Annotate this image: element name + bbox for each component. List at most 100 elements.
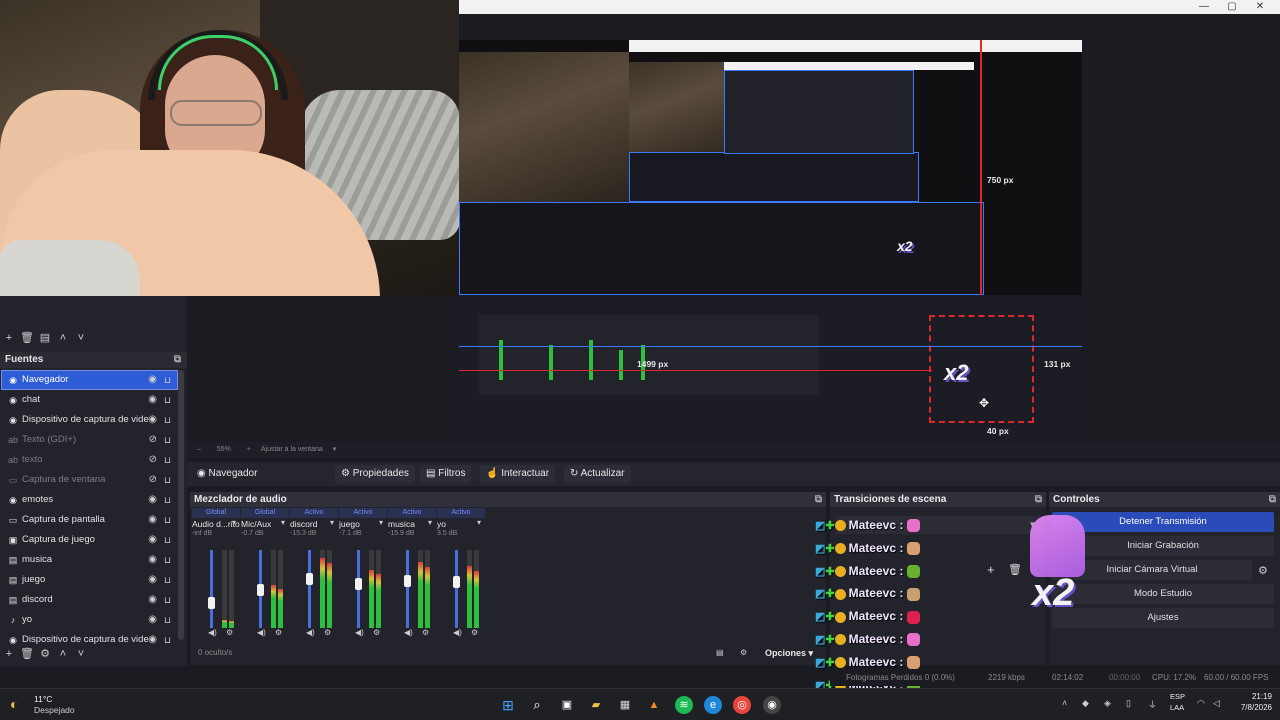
gear-icon[interactable]: ⚙: [324, 628, 331, 637]
add-icon[interactable]: +: [987, 562, 995, 577]
tray-chevron-icon[interactable]: ˄: [1062, 698, 1067, 708]
lock-icon[interactable]: ⊔: [164, 571, 171, 589]
close-button[interactable]: ✕: [1248, 0, 1272, 14]
visibility-eye-icon[interactable]: ⊘: [149, 431, 157, 449]
lock-icon[interactable]: ⊔: [164, 491, 171, 509]
volume-icon[interactable]: ◁: [1213, 698, 1220, 709]
source-item[interactable]: ▤ discord ◉ ⊔: [2, 591, 177, 609]
mute-icon[interactable]: ◀): [453, 628, 462, 637]
popout-icon[interactable]: ⧉: [815, 492, 822, 507]
sources-scrollbar[interactable]: [178, 370, 184, 640]
windows-start-icon[interactable]: ⊞: [499, 696, 517, 714]
source-item[interactable]: ◉ chat ◉ ⊔: [2, 391, 177, 409]
mute-icon[interactable]: ◀): [355, 628, 364, 637]
lock-icon[interactable]: ⊔: [164, 471, 171, 489]
gear-icon[interactable]: ⚙: [226, 628, 233, 637]
lang-1[interactable]: ESP: [1170, 692, 1185, 701]
source-item[interactable]: ▤ juego ◉ ⊔: [2, 571, 177, 589]
popout-icon[interactable]: ⧉: [1269, 492, 1276, 507]
add-icon[interactable]: +: [0, 330, 18, 346]
spotify-icon[interactable]: ≋: [675, 696, 693, 714]
lock-icon[interactable]: ⊔: [164, 431, 171, 449]
chevron-down-icon[interactable]: ▾: [477, 518, 481, 527]
visibility-eye-icon[interactable]: ◉: [148, 571, 157, 589]
maximize-button[interactable]: ▢: [1220, 0, 1244, 14]
chevron-down-icon[interactable]: ▾: [232, 518, 236, 527]
lock-icon[interactable]: ⊔: [164, 611, 171, 629]
visibility-eye-icon[interactable]: ◉: [148, 591, 157, 609]
clock-date[interactable]: 7/8/2026: [1222, 703, 1272, 712]
store-icon[interactable]: ▦: [616, 696, 634, 714]
stop-stream-button[interactable]: Detener Transmisión: [1052, 512, 1274, 532]
slider-knob[interactable]: [355, 577, 362, 590]
mute-icon[interactable]: ◀): [208, 628, 217, 637]
wifi-icon[interactable]: ◠: [1197, 698, 1205, 709]
mute-icon[interactable]: ◀): [257, 628, 266, 637]
zoom-plus[interactable]: +: [247, 446, 251, 453]
usb-icon[interactable]: ⏚: [1148, 698, 1157, 711]
add-icon[interactable]: +: [0, 646, 18, 662]
source-item[interactable]: ab texto ⊘ ⊔: [2, 451, 177, 469]
chevron-down-icon[interactable]: ▾: [333, 446, 337, 453]
layout-icon[interactable]: ▤: [716, 648, 724, 657]
tray-icon[interactable]: ◆: [1082, 698, 1089, 709]
visibility-eye-icon[interactable]: ⊘: [149, 451, 157, 469]
visibility-eye-icon[interactable]: ◉: [148, 491, 157, 509]
source-item[interactable]: ▣ Captura de juego ◉ ⊔: [2, 531, 177, 549]
lock-icon[interactable]: ⊔: [164, 411, 171, 429]
preview-canvas[interactable]: 750 px 1499 px 131 px 40 px x2 x2 ✥: [459, 40, 1082, 440]
obs-icon[interactable]: ◉: [763, 696, 781, 714]
trash-icon[interactable]: 🗑: [18, 646, 36, 662]
mute-icon[interactable]: ◀): [306, 628, 315, 637]
volume-slider[interactable]: [257, 550, 264, 628]
filters-button[interactable]: ▤ Filtros: [420, 465, 472, 483]
task-view-icon[interactable]: ▣: [558, 696, 576, 714]
slider-knob[interactable]: [257, 583, 264, 596]
slider-knob[interactable]: [453, 576, 460, 588]
move-down-icon[interactable]: ˅: [72, 646, 90, 662]
popout-icon[interactable]: ⧉: [1035, 492, 1042, 507]
visibility-eye-icon[interactable]: ◉: [148, 371, 157, 389]
source-item[interactable]: ab Texto (GDI+) ⊘ ⊔: [2, 431, 177, 449]
trash-icon[interactable]: 🗑: [18, 330, 36, 346]
visibility-eye-icon[interactable]: ◉: [148, 551, 157, 569]
search-icon[interactable]: ⌕: [528, 696, 546, 714]
gear-icon[interactable]: ⚙: [422, 628, 429, 637]
visibility-eye-icon[interactable]: ◉: [148, 531, 157, 549]
source-item[interactable]: ▤ musica ◉ ⊔: [2, 551, 177, 569]
chevron-down-icon[interactable]: ▾: [330, 518, 334, 527]
move-up-icon[interactable]: ˄: [54, 646, 72, 662]
tray-icon-2[interactable]: ◈: [1104, 698, 1111, 709]
chevron-down-icon[interactable]: ▾: [281, 518, 285, 527]
volume-slider[interactable]: [453, 550, 460, 628]
settings-button[interactable]: Ajustes: [1052, 608, 1274, 628]
vlc-icon[interactable]: ▲: [645, 696, 663, 714]
lock-icon[interactable]: ⊔: [164, 371, 171, 389]
move-up-icon[interactable]: ˄: [54, 330, 72, 346]
refresh-button[interactable]: ↻ Actualizar: [564, 465, 631, 483]
slider-knob[interactable]: [404, 574, 411, 587]
minimize-button[interactable]: —: [1192, 0, 1216, 14]
gear-icon[interactable]: ⚙: [1258, 564, 1268, 577]
chrome-icon[interactable]: ◎: [733, 696, 751, 714]
source-item[interactable]: ▭ Captura de pantalla ◉ ⊔: [2, 511, 177, 529]
visibility-eye-icon[interactable]: ◉: [148, 391, 157, 409]
lock-icon[interactable]: ⊔: [164, 531, 171, 549]
lock-icon[interactable]: ⊔: [164, 391, 171, 409]
channel-mode[interactable]: Global: [192, 508, 240, 518]
chevron-down-icon[interactable]: ▾: [379, 518, 383, 527]
chevron-down-icon[interactable]: ▾: [428, 518, 432, 527]
source-item[interactable]: ◉ Dispositivo de captura de vide ◉ ⊔: [2, 411, 177, 429]
options-button[interactable]: Opciones ▾: [765, 648, 813, 659]
properties-button[interactable]: ⚙ Propiedades: [335, 465, 415, 483]
lock-icon[interactable]: ⊔: [164, 511, 171, 529]
source-item[interactable]: ♪ yo ◉ ⊔: [2, 611, 177, 629]
gear-icon[interactable]: ⚙: [275, 628, 282, 637]
popout-icon[interactable]: ⧉: [174, 352, 181, 368]
fit-window[interactable]: Ajustar a la ventana: [261, 446, 323, 453]
interact-button[interactable]: ☝ Interactuar: [480, 465, 556, 483]
lock-icon[interactable]: ⊔: [164, 451, 171, 469]
visibility-eye-icon[interactable]: ◉: [148, 511, 157, 529]
visibility-eye-icon[interactable]: ⊘: [149, 471, 157, 489]
channel-mode[interactable]: Activo: [437, 508, 485, 518]
